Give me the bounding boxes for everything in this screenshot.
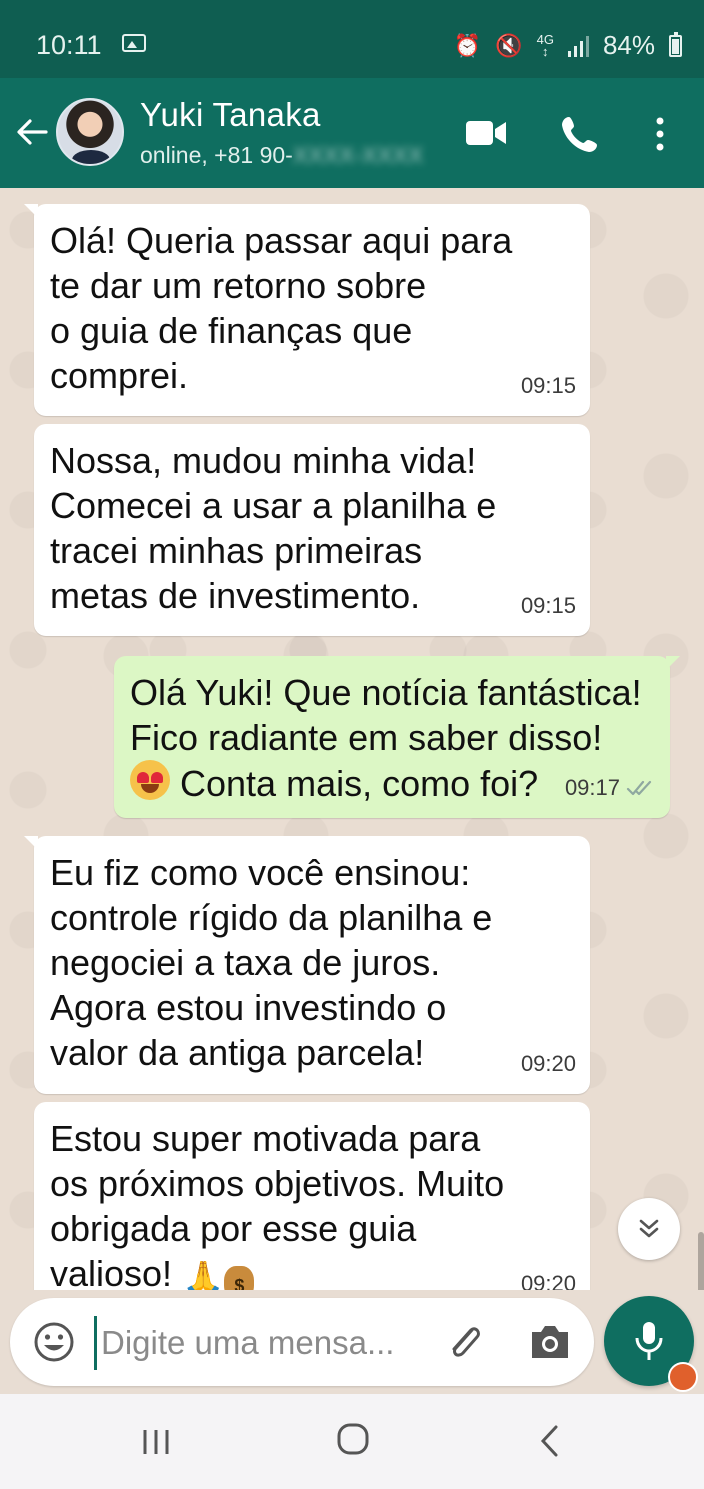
back-icon[interactable] — [538, 1424, 562, 1458]
floating-bubble-icon[interactable] — [668, 1362, 698, 1392]
back-arrow-icon[interactable] — [14, 114, 50, 150]
attach-icon[interactable] — [442, 1320, 486, 1364]
contact-phone-masked: XXXX-XXXX — [292, 142, 424, 168]
gallery-icon — [122, 34, 146, 52]
message-incoming[interactable]: Estou super motivada para os próximos ob… — [34, 1102, 590, 1290]
contact-status: online, +81 90-XXXX-XXXX — [140, 142, 423, 169]
mic-icon — [635, 1322, 663, 1360]
message-text: Estou super motivada para os próximos ob… — [50, 1116, 574, 1290]
message-time: 09:20 — [520, 1051, 576, 1076]
chat-area[interactable]: Olá! Queria passar aqui para te dar um r… — [0, 188, 704, 1290]
message-time: 09:15 — [520, 373, 576, 398]
money-bag-emoji: $ — [224, 1266, 255, 1290]
message-incoming[interactable]: Nossa, mudou minha vida! Comecei a usar … — [34, 424, 590, 636]
video-call-icon[interactable] — [466, 120, 506, 146]
battery-icon — [669, 31, 682, 57]
status-bar: 10:11 ⏰ 🔇 4G ↕ 84% — [0, 0, 704, 78]
avatar[interactable] — [56, 98, 124, 166]
chevron-double-down-icon — [639, 1219, 659, 1238]
home-icon[interactable] — [336, 1422, 370, 1456]
message-text: Nossa, mudou minha vida! Comecei a usar … — [50, 440, 497, 616]
battery-percent: 84% — [602, 30, 655, 60]
message-time: 09:15 — [520, 593, 576, 618]
message-incoming[interactable]: Eu fiz como você ensinou: controle rígid… — [24, 836, 590, 1094]
message-text: Eu fiz como você ensinou: controle rígid… — [50, 852, 493, 1073]
read-receipt-icon — [626, 780, 652, 795]
recent-apps-icon[interactable] — [140, 1428, 172, 1456]
network-type: 4G ↕ — [536, 31, 554, 59]
heart-eyes-emoji — [130, 760, 170, 800]
scroll-to-bottom-button[interactable] — [618, 1198, 680, 1260]
emoji-icon[interactable] — [32, 1320, 76, 1364]
voice-call-icon[interactable] — [560, 114, 600, 154]
camera-icon[interactable] — [528, 1322, 572, 1362]
chat-header: Yuki Tanaka online, +81 90-XXXX-XXXX — [0, 78, 704, 188]
message-time: 09:20 — [520, 1271, 576, 1290]
signal-icon — [567, 35, 589, 57]
message-input[interactable] — [94, 1316, 433, 1370]
alarm-icon: ⏰ — [453, 32, 482, 58]
message-text: Olá! Queria passar aqui para te dar um r… — [50, 220, 513, 396]
contact-status-prefix: online, +81 90- — [140, 142, 293, 168]
message-time: 09:17 — [565, 765, 656, 810]
contact-name[interactable]: Yuki Tanaka — [140, 96, 321, 134]
status-time: 10:11 — [36, 30, 102, 60]
system-nav-bar — [0, 1394, 704, 1489]
message-composer — [10, 1298, 594, 1386]
more-options-icon[interactable] — [650, 114, 670, 154]
praying-hands-emoji: 🙏 — [182, 1260, 225, 1290]
message-incoming[interactable]: Olá! Queria passar aqui para te dar um r… — [24, 204, 590, 416]
mute-icon: 🔇 — [495, 32, 523, 58]
scrollbar[interactable] — [698, 1232, 704, 1290]
message-outgoing[interactable]: Olá Yuki! Que notícia fantástica! Fico r… — [114, 656, 680, 818]
